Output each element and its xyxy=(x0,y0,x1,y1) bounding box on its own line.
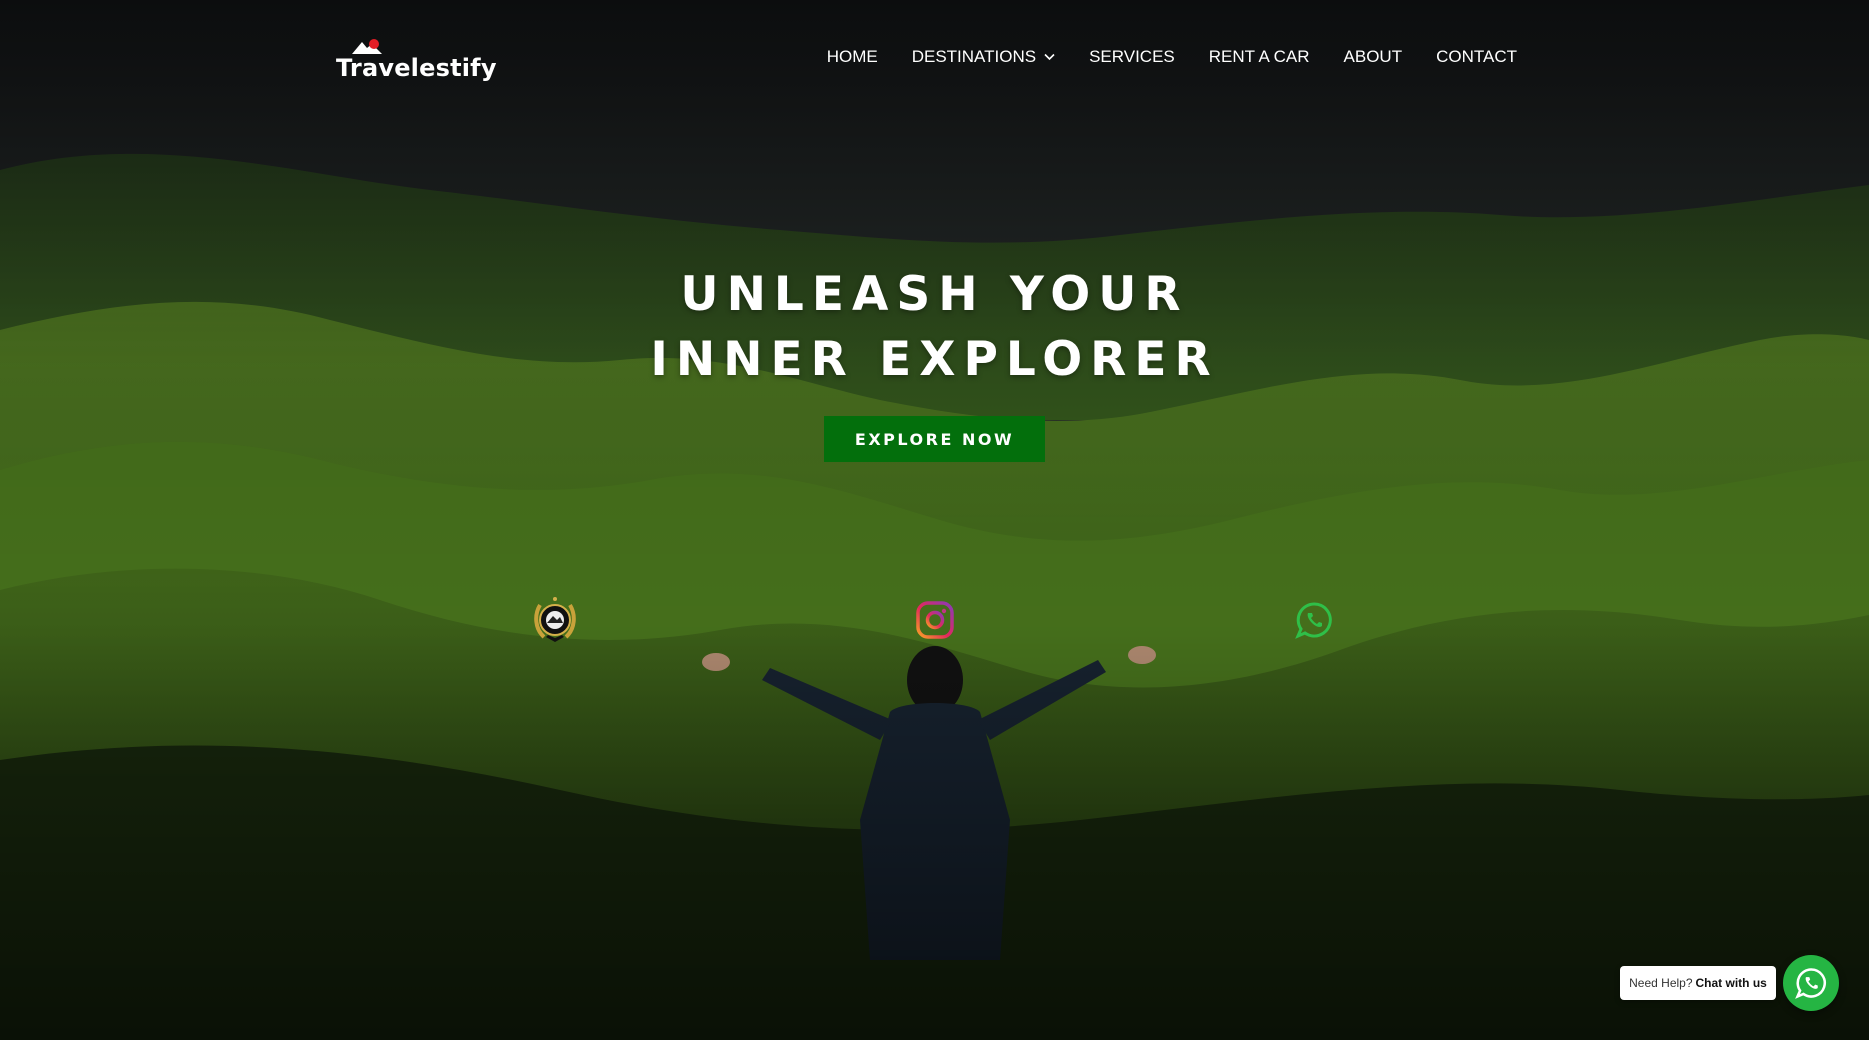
nav-label-destinations: DESTINATIONS xyxy=(911,47,1037,66)
chat-help-action: Chat with us xyxy=(1695,976,1767,990)
hero-headline-line1: UNLEASH YOUR xyxy=(680,267,1189,322)
hero-headline-line2: INNER EXPLORER xyxy=(650,332,1219,387)
hero-overlay xyxy=(0,0,1869,1040)
nav-item-destinations[interactable]: DESTINATIONS xyxy=(912,47,1055,67)
nav-item-about[interactable]: ABOUT xyxy=(1344,47,1403,67)
whatsapp-icon[interactable] xyxy=(1290,596,1338,644)
whatsapp-chat-icon xyxy=(1795,968,1826,999)
brand-logo[interactable]: Travelestify xyxy=(336,38,497,80)
nav-item-rent-a-car[interactable]: RENT A CAR xyxy=(1209,47,1310,67)
chevron-down-icon xyxy=(1044,53,1055,61)
mountain-logo-icon xyxy=(352,39,382,54)
chat-help-prefix: Need Help? xyxy=(1629,976,1693,990)
chat-help-label[interactable]: Need Help? Chat with us xyxy=(1620,966,1776,1000)
nav-item-contact[interactable]: CONTACT xyxy=(1436,47,1517,67)
nav-label-contact: CONTACT xyxy=(1436,47,1517,66)
nav-item-services[interactable]: SERVICES xyxy=(1089,47,1175,67)
explore-now-button[interactable]: EXPLORE NOW xyxy=(824,416,1045,462)
brand-name: Travelestify xyxy=(336,54,497,82)
whatsapp-chat-button[interactable] xyxy=(1783,955,1839,1011)
nav-label-services: SERVICES xyxy=(1089,47,1175,66)
nav-label-about: ABOUT xyxy=(1343,47,1403,66)
hero-headline: UNLEASH YOUR INNER EXPLORER xyxy=(0,262,1869,392)
nav-label-rent-a-car: RENT A CAR xyxy=(1208,47,1310,66)
instagram-icon[interactable] xyxy=(911,596,959,644)
main-nav: HOME DESTINATIONS SERVICES RENT A CAR AB… xyxy=(827,44,1517,70)
hero-background xyxy=(0,0,1869,1040)
nav-item-home[interactable]: HOME xyxy=(827,47,878,67)
nav-label-home: HOME xyxy=(826,47,878,66)
award-badge-icon[interactable] xyxy=(531,596,579,644)
